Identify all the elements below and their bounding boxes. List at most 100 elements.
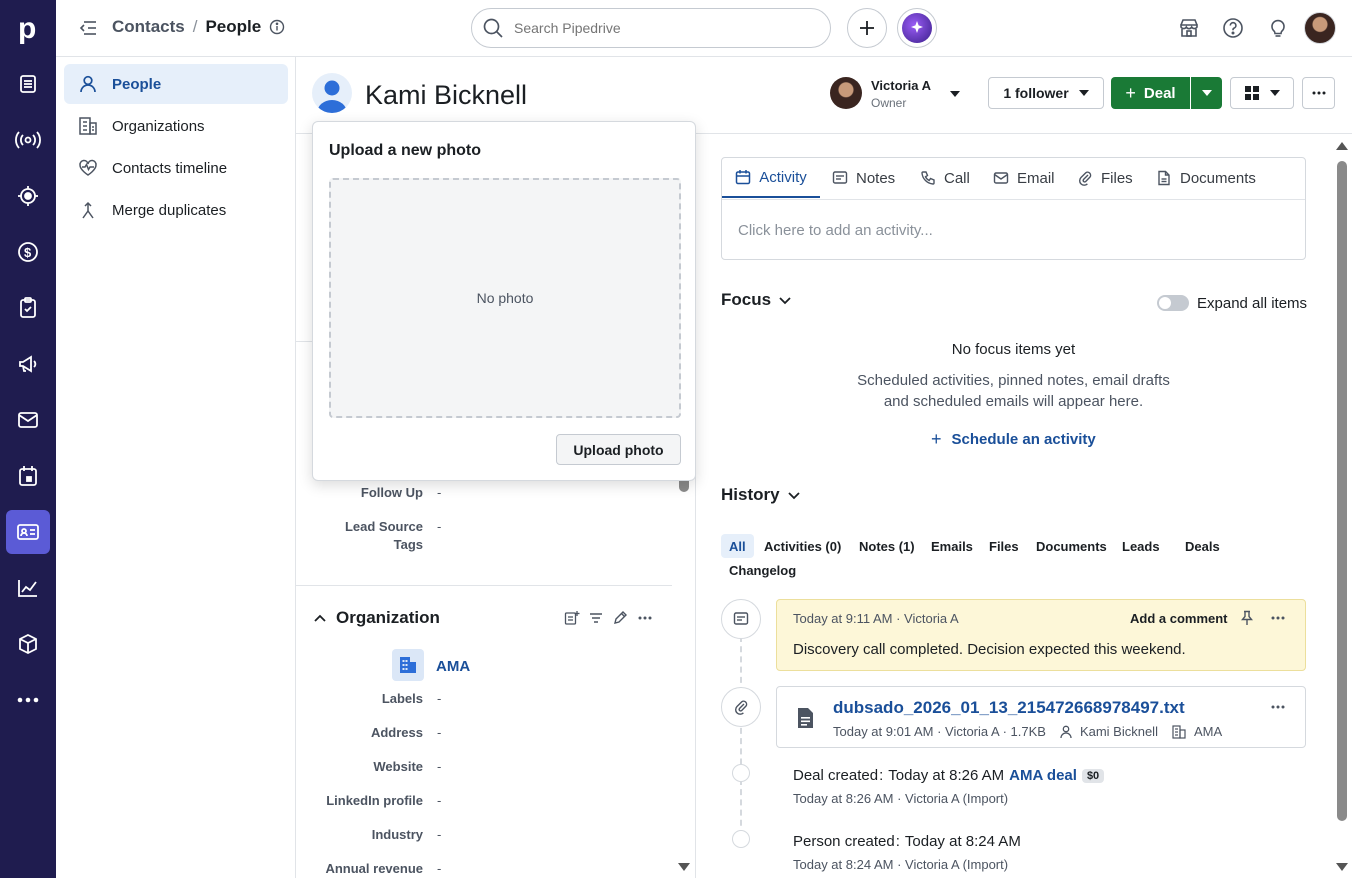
- person-avatar[interactable]: [312, 73, 352, 113]
- history-filter-all[interactable]: All: [721, 534, 754, 558]
- tab-email[interactable]: Email: [993, 158, 1055, 198]
- focus-title: Focus: [721, 290, 772, 309]
- breadcrumb-parent[interactable]: Contacts: [112, 17, 185, 37]
- chart-line-icon[interactable]: [6, 566, 50, 610]
- mail-icon[interactable]: [6, 398, 50, 442]
- pipedrive-logo-icon[interactable]: p: [14, 12, 42, 44]
- timeline-node-deal: [732, 764, 750, 782]
- breadcrumb-separator: /: [192, 17, 198, 36]
- quick-add-button[interactable]: [847, 8, 887, 48]
- lightbulb-icon[interactable]: [1268, 17, 1288, 39]
- expand-all-toggle[interactable]: [1157, 295, 1189, 311]
- sidebar-item-people[interactable]: People: [64, 64, 288, 104]
- expand-all-label: Expand all items: [1197, 295, 1308, 312]
- field-value[interactable]: -: [437, 725, 441, 740]
- plus-icon: [860, 21, 874, 35]
- sidebar-item-contacts-timeline[interactable]: Contacts timeline: [64, 148, 288, 188]
- target-icon[interactable]: [6, 174, 50, 218]
- toggle-knob: [1159, 297, 1171, 309]
- tab-call[interactable]: Call: [920, 158, 970, 198]
- search-box[interactable]: [471, 8, 831, 48]
- paperclip-icon: [1078, 171, 1092, 186]
- more-icon[interactable]: [1271, 616, 1285, 620]
- owner-dropdown-caret[interactable]: [950, 91, 960, 97]
- history-filter-emails[interactable]: Emails: [923, 534, 981, 558]
- add-deal-button[interactable]: + Deal: [1111, 77, 1190, 109]
- history-filter-leads[interactable]: Leads: [1114, 534, 1168, 558]
- sidebar-item-merge-duplicates[interactable]: Merge duplicates: [64, 190, 288, 230]
- history-filter-activities[interactable]: Activities (0): [756, 534, 849, 558]
- search-input[interactable]: [514, 20, 804, 36]
- history-filter-deals[interactable]: Deals: [1177, 534, 1228, 558]
- history-filter-changelog[interactable]: Changelog: [721, 558, 804, 582]
- field-value[interactable]: -: [437, 827, 441, 842]
- event-label: Person created: [793, 833, 895, 850]
- marketplace-icon[interactable]: [1178, 17, 1200, 39]
- tab-files[interactable]: Files: [1077, 158, 1133, 198]
- info-icon[interactable]: [269, 19, 285, 35]
- chevron-down-icon: [1270, 90, 1280, 96]
- history-filter-notes[interactable]: Notes (1): [851, 534, 923, 558]
- history-filter-files[interactable]: Files: [981, 534, 1027, 558]
- field-value[interactable]: -: [437, 793, 441, 808]
- scrollbar-thumb[interactable]: [1337, 161, 1347, 821]
- history-toggle[interactable]: History: [721, 485, 802, 505]
- leads-inbox-icon[interactable]: [6, 62, 50, 106]
- scroll-down-arrow[interactable]: [1336, 863, 1348, 871]
- field-value[interactable]: -: [437, 691, 441, 706]
- organization-section-toggle[interactable]: [312, 610, 328, 626]
- sidebar-item-organizations[interactable]: Organizations: [64, 106, 288, 146]
- tab-documents[interactable]: Documents: [1156, 158, 1256, 198]
- more-icon[interactable]: [638, 616, 652, 620]
- schedule-activity-link[interactable]: + Schedule an activity: [931, 429, 1096, 450]
- contacts-card-icon[interactable]: [6, 510, 50, 554]
- field-value[interactable]: -: [437, 485, 441, 500]
- more-actions-button[interactable]: [1302, 77, 1335, 109]
- file-person-link[interactable]: Kami Bicknell: [1080, 724, 1158, 739]
- dollar-icon[interactable]: $: [6, 230, 50, 274]
- box-icon[interactable]: [6, 622, 50, 666]
- edit-icon[interactable]: [612, 610, 628, 626]
- file-card[interactable]: dubsado_2026_01_13_215472668978497.txt T…: [776, 686, 1306, 748]
- tab-notes[interactable]: Notes: [832, 158, 895, 198]
- pin-icon[interactable]: [1240, 610, 1254, 626]
- plus-icon: +: [931, 429, 942, 449]
- help-icon[interactable]: [1222, 17, 1244, 39]
- org-add-icon[interactable]: [564, 610, 580, 626]
- person-name[interactable]: Kami Bicknell: [365, 80, 527, 111]
- more-icon[interactable]: [1271, 705, 1285, 709]
- follower-button[interactable]: 1 follower: [988, 77, 1104, 109]
- filter-icon[interactable]: [588, 610, 604, 626]
- focus-toggle[interactable]: Focus: [721, 290, 793, 310]
- scroll-up-arrow[interactable]: [1336, 142, 1348, 150]
- add-comment-link[interactable]: Add a comment: [1130, 611, 1228, 626]
- tab-label: Notes: [856, 169, 896, 187]
- photo-dropzone[interactable]: No photo: [329, 178, 681, 418]
- deal-dropdown-button[interactable]: [1191, 77, 1222, 109]
- field-label: Tags: [393, 537, 423, 552]
- calendar-icon[interactable]: [6, 454, 50, 498]
- file-name-link[interactable]: dubsado_2026_01_13_215472668978497.txt: [833, 698, 1185, 718]
- field-value[interactable]: -: [437, 861, 441, 876]
- calendar-icon: [735, 170, 751, 185]
- scrollbar-track[interactable]: [1334, 134, 1350, 878]
- note-card[interactable]: Today at 9:11 AM · Victoria A Add a comm…: [776, 599, 1306, 671]
- field-value[interactable]: -: [437, 759, 441, 774]
- upload-photo-button[interactable]: Upload photo: [556, 434, 681, 465]
- activity-input[interactable]: Click here to add an activity...: [738, 222, 933, 239]
- user-avatar[interactable]: [1304, 12, 1336, 44]
- megaphone-icon[interactable]: [6, 342, 50, 386]
- field-value[interactable]: -: [437, 519, 441, 534]
- layout-view-button[interactable]: [1230, 77, 1294, 109]
- broadcast-icon[interactable]: [6, 118, 50, 162]
- clipboard-check-icon[interactable]: [6, 286, 50, 330]
- file-org-link[interactable]: AMA: [1194, 724, 1222, 739]
- collapse-menu-icon[interactable]: [78, 18, 98, 38]
- ai-assistant-button[interactable]: [897, 8, 937, 48]
- more-icon[interactable]: [6, 678, 50, 722]
- scroll-down-arrow[interactable]: [678, 863, 690, 871]
- tab-activity[interactable]: Activity: [722, 158, 820, 198]
- deal-link[interactable]: AMA deal: [1009, 767, 1077, 784]
- history-filter-documents[interactable]: Documents: [1028, 534, 1115, 558]
- organization-link[interactable]: AMA: [436, 658, 470, 675]
